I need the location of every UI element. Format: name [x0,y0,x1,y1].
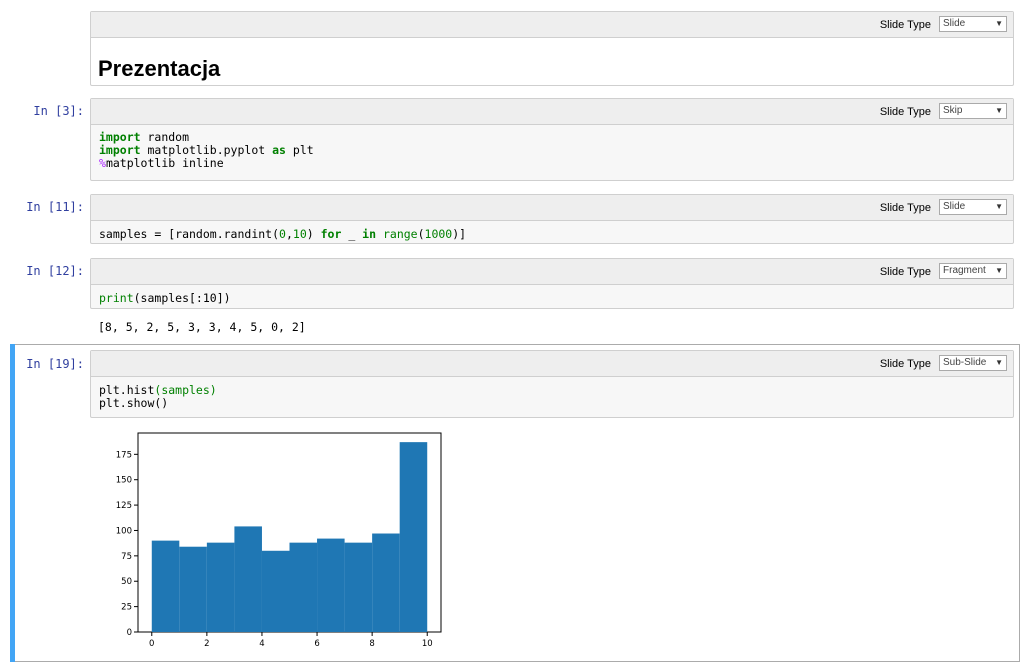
slide-type-label: Slide Type [879,202,931,214]
slide-type-label: Slide Type [879,19,931,31]
markdown-heading: Prezentacja [98,56,221,81]
cell-toolbar: Slide Type Fragment ▼ [91,259,1013,285]
code-editor[interactable]: plt.hist(samples) plt.show() [99,384,217,410]
chevron-down-icon: ▼ [995,106,1003,115]
x-tick-label: 10 [422,639,433,649]
cell-output: [8, 5, 2, 5, 3, 3, 4, 5, 0, 2] [98,320,306,334]
input-prompt: In [11]: [26,200,84,214]
input-prompt: In [19]: [26,357,84,371]
chevron-down-icon: ▼ [995,266,1003,275]
selected-cell-indicator [10,344,15,662]
cell-toolbar: Slide Type Skip ▼ [91,99,1013,125]
input-prompt: In [3]: [33,104,84,118]
cell-toolbar: Slide Type Sub-Slide ▼ [91,351,1013,377]
code-cell[interactable]: Slide Type Skip ▼ import random import ma… [90,98,1014,181]
histogram-bar [289,542,318,632]
code-editor[interactable]: import random import matplotlib.pyplot a… [99,131,314,170]
code-editor[interactable]: samples = [random.randint(0,10) for _ in… [99,228,466,241]
x-tick-label: 4 [259,639,264,649]
histogram-bar [399,442,428,632]
x-tick-label: 2 [204,639,209,649]
slide-type-label: Slide Type [879,358,931,370]
slide-type-select[interactable]: Slide ▼ [939,16,1007,32]
histogram-bar [179,546,207,632]
slide-type-select[interactable]: Sub-Slide ▼ [939,355,1007,371]
x-tick-label: 0 [149,639,154,649]
cell-toolbar: Slide Type Slide ▼ [91,195,1013,221]
slide-type-select[interactable]: Skip ▼ [939,103,1007,119]
cell-toolbar: Slide Type Slide ▼ [91,12,1013,38]
input-prompt: In [12]: [26,264,84,278]
histogram-chart: 0 2 4 6 8 10 0 25 50 75 100 125 150 175 [116,432,442,649]
x-tick-label: 6 [314,639,319,649]
slide-type-label: Slide Type [879,266,931,278]
histogram-bar [317,538,345,632]
code-cell[interactable]: Slide Type Fragment ▼ print(samples[:10]) [90,258,1014,309]
chevron-down-icon: ▼ [995,358,1003,367]
code-cell[interactable]: Slide Type Sub-Slide ▼ plt.hist(samples) … [90,350,1014,418]
y-tick-label: 100 [116,526,132,536]
chevron-down-icon: ▼ [995,19,1003,28]
y-tick-label: 25 [121,603,132,613]
y-tick-label: 125 [116,501,132,511]
code-cell[interactable]: Slide Type Slide ▼ samples = [random.rand… [90,194,1014,244]
code-editor[interactable]: print(samples[:10]) [99,292,231,305]
slide-type-select[interactable]: Slide ▼ [939,199,1007,215]
histogram-bar [372,533,400,632]
y-tick-label: 0 [127,628,132,638]
histogram-bar [261,550,290,632]
chevron-down-icon: ▼ [995,202,1003,211]
y-tick-label: 175 [116,450,132,460]
slide-type-label: Slide Type [879,106,931,118]
x-tick-label: 8 [369,639,374,649]
histogram-bar [344,542,373,632]
histogram-bar [151,540,180,632]
y-tick-label: 150 [116,476,132,486]
markdown-cell[interactable]: Slide Type Slide ▼ Prezentacja [90,11,1014,86]
histogram-bar [206,542,235,632]
histogram-bar [234,526,262,632]
slide-type-select[interactable]: Fragment ▼ [939,263,1007,279]
y-tick-label: 75 [121,552,132,562]
y-tick-label: 50 [121,577,132,587]
